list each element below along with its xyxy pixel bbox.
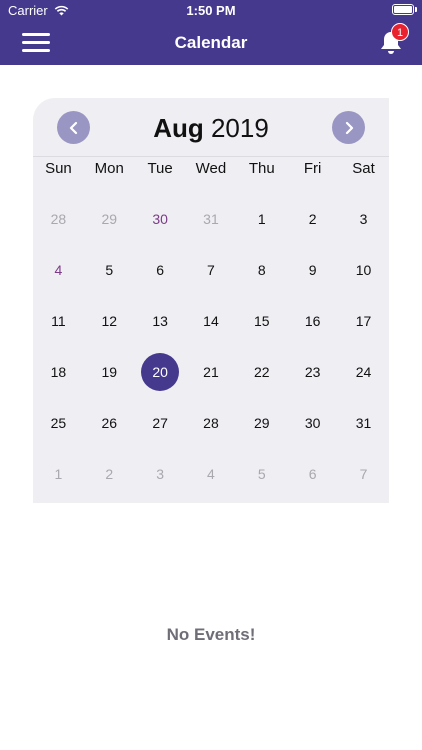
weekday-label: Sun xyxy=(45,160,72,177)
weekday-label: Wed xyxy=(195,160,227,177)
week-row: 18 19 20 21 22 23 24 xyxy=(33,346,389,397)
day-cell[interactable]: 2 xyxy=(84,448,135,499)
day-cell[interactable]: 11 xyxy=(33,295,84,346)
day-cell[interactable]: 7 xyxy=(338,448,389,499)
weekday-label: Sat xyxy=(352,160,375,177)
week-row: 1 2 3 4 5 6 7 xyxy=(33,448,389,499)
day-cell[interactable]: 31 xyxy=(338,397,389,448)
day-cell[interactable]: 18 xyxy=(33,346,84,397)
day-cell[interactable]: 28 xyxy=(186,397,237,448)
next-month-button[interactable] xyxy=(332,111,365,144)
selected-day-cell[interactable]: 20 xyxy=(135,346,186,397)
day-cell[interactable]: 30 xyxy=(287,397,338,448)
no-events-message: No Events! xyxy=(166,625,256,644)
day-cell[interactable]: 5 xyxy=(236,448,287,499)
day-cell[interactable]: 9 xyxy=(287,244,338,295)
weekday-label: Thu xyxy=(248,160,275,177)
day-cell[interactable]: 30 xyxy=(135,193,186,244)
weekday-header: Sun Mon Tue Wed Thu Fri Sat xyxy=(33,160,389,177)
day-cell[interactable]: 21 xyxy=(186,346,237,397)
day-cell[interactable]: 1 xyxy=(236,193,287,244)
day-cell[interactable]: 3 xyxy=(338,193,389,244)
day-cell[interactable]: 3 xyxy=(135,448,186,499)
week-row: 25 26 27 28 29 30 31 xyxy=(33,397,389,448)
day-cell[interactable]: 27 xyxy=(135,397,186,448)
day-cell[interactable]: 10 xyxy=(338,244,389,295)
day-cell[interactable]: 13 xyxy=(135,295,186,346)
day-cell[interactable]: 2 xyxy=(287,193,338,244)
day-cell[interactable]: 5 xyxy=(84,244,135,295)
day-cell[interactable]: 23 xyxy=(287,346,338,397)
day-cell[interactable]: 26 xyxy=(84,397,135,448)
day-cell[interactable]: 25 xyxy=(33,397,84,448)
day-cell[interactable]: 12 xyxy=(84,295,135,346)
weekday-label: Fri xyxy=(303,160,322,177)
status-time: 1:50 PM xyxy=(186,3,236,18)
day-cell[interactable]: 6 xyxy=(287,448,338,499)
page-title: Calendar xyxy=(174,33,248,52)
day-cell[interactable]: 29 xyxy=(84,193,135,244)
week-row: 11 12 13 14 15 16 17 xyxy=(33,295,389,346)
day-cell[interactable]: 15 xyxy=(236,295,287,346)
chevron-right-icon xyxy=(345,121,353,134)
calendar: Aug 2019 Sun Mon Tue Wed Thu Fri Sat 28 … xyxy=(33,98,389,503)
notification-badge: 1 xyxy=(391,23,409,41)
day-cell[interactable]: 17 xyxy=(338,295,389,346)
day-cell[interactable]: 7 xyxy=(186,244,237,295)
day-cell[interactable]: 4 xyxy=(186,448,237,499)
nav-bar: Calendar 1 xyxy=(0,20,422,65)
weekday-label: Mon xyxy=(94,160,124,177)
month-label: Aug xyxy=(153,113,204,143)
day-cell[interactable]: 19 xyxy=(84,346,135,397)
day-grid: 28 29 30 31 1 2 3 4 5 6 7 8 9 10 11 12 1… xyxy=(33,193,389,499)
day-cell[interactable]: 24 xyxy=(338,346,389,397)
battery-icon xyxy=(392,4,417,15)
day-cell[interactable]: 28 xyxy=(33,193,84,244)
day-cell[interactable]: 6 xyxy=(135,244,186,295)
week-row: 4 5 6 7 8 9 10 xyxy=(33,244,389,295)
day-cell[interactable]: 16 xyxy=(287,295,338,346)
day-cell[interactable]: 4 xyxy=(33,244,84,295)
day-cell[interactable]: 31 xyxy=(186,193,237,244)
calendar-header: Aug 2019 xyxy=(33,98,389,157)
day-cell[interactable]: 8 xyxy=(236,244,287,295)
weekday-label: Tue xyxy=(147,160,173,177)
day-cell[interactable]: 22 xyxy=(236,346,287,397)
status-bar: Carrier 1:50 PM xyxy=(0,0,422,20)
day-cell[interactable]: 29 xyxy=(236,397,287,448)
day-cell[interactable]: 1 xyxy=(33,448,84,499)
week-row: 28 29 30 31 1 2 3 xyxy=(33,193,389,244)
year-label: 2019 xyxy=(210,113,269,143)
day-cell[interactable]: 14 xyxy=(186,295,237,346)
